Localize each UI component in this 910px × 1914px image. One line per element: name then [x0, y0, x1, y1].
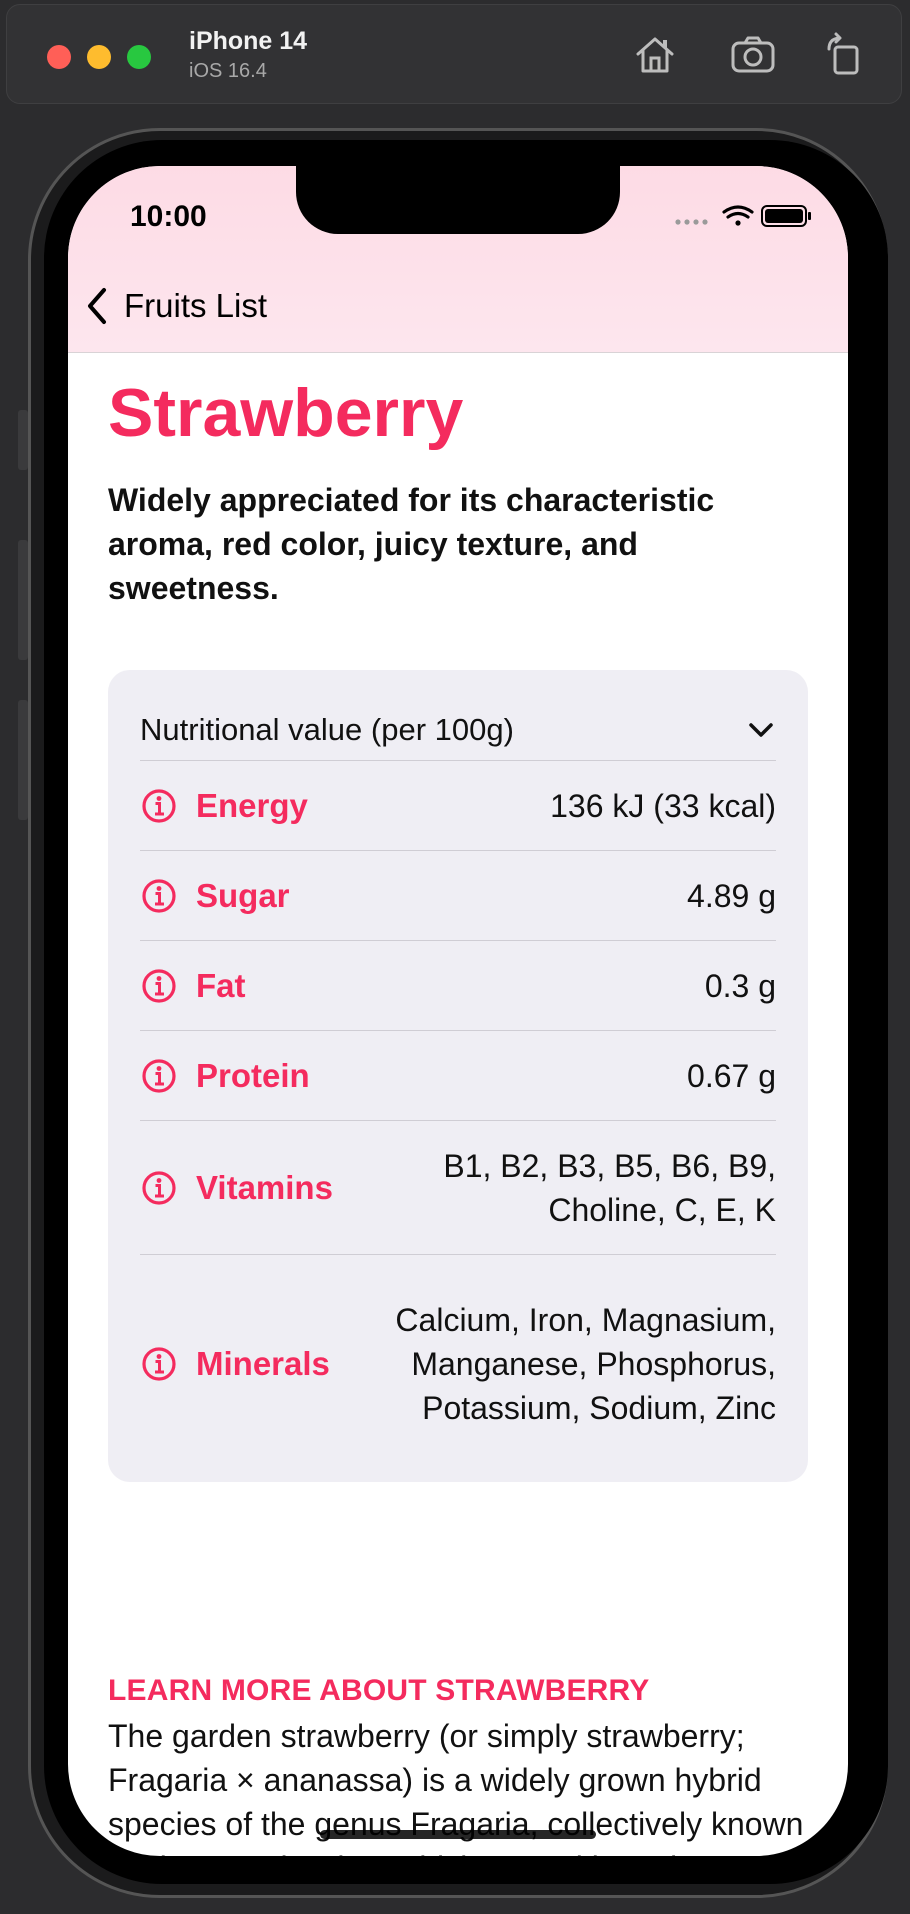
close-window-button[interactable] [47, 45, 71, 69]
nutrient-row-vitamins: Vitamins B1, B2, B3, B5, B6, B9, Choline… [140, 1120, 776, 1255]
nutrient-value: 0.3 g [704, 968, 776, 1004]
phone-screen: 10:00 Fruits List Strawberry Widely appr… [68, 166, 848, 1856]
status-time: 10:00 [130, 200, 207, 233]
wifi-icon [722, 205, 754, 226]
info-icon [142, 1347, 176, 1381]
home-icon[interactable] [629, 29, 681, 81]
battery-icon [761, 205, 811, 227]
info-icon [142, 1059, 176, 1093]
fruit-title: Strawberry [108, 375, 464, 451]
nutrient-row-fat: Fat 0.3 g [140, 940, 776, 1031]
nutrient-label: Sugar [196, 877, 290, 914]
nutrient-value: Calcium, Iron, Magnasium, Manganese, Pho… [395, 1302, 776, 1426]
nutrient-value: B1, B2, B3, B5, B6, B9, Choline, C, E, K [443, 1148, 776, 1228]
nutrient-label: Vitamins [196, 1169, 333, 1206]
nutrition-disclosure[interactable]: Nutritional value (per 100g) [140, 702, 776, 758]
nutrient-label: Minerals [196, 1345, 330, 1382]
nutrition-header: Nutritional value (per 100g) [140, 712, 514, 747]
back-button-label: Fruits List [124, 287, 268, 324]
rotate-icon[interactable] [819, 29, 871, 81]
chevron-down-icon [749, 723, 773, 737]
screenshot-icon[interactable] [727, 29, 779, 81]
nutrient-row-protein: Protein 0.67 g [140, 1030, 776, 1121]
nutrient-row-energy: Energy 136 kJ (33 kcal) [140, 760, 776, 851]
fruit-headline: Widely appreciated for its characteristi… [108, 482, 715, 606]
nutrient-label: Energy [196, 787, 308, 824]
nutrition-group-box: Nutritional value (per 100g) Energy 136 … [108, 670, 808, 1482]
simulator-titlebar: iPhone 14 iOS 16.4 [6, 4, 902, 104]
info-icon [142, 789, 176, 823]
chevron-left-icon [88, 288, 106, 324]
navigation-bar: 10:00 Fruits List [68, 166, 848, 353]
status-icons [675, 205, 811, 227]
device-os-version: iOS 16.4 [189, 60, 267, 82]
info-icon [142, 969, 176, 1003]
home-indicator[interactable] [320, 1830, 596, 1839]
back-button[interactable]: Fruits List [84, 284, 267, 328]
info-icon [142, 1171, 176, 1205]
volume-up-button [18, 540, 28, 660]
info-icon [142, 879, 176, 913]
nutrient-value: 136 kJ (33 kcal) [550, 788, 776, 824]
nutrient-value: 4.89 g [687, 878, 776, 914]
minimize-window-button[interactable] [87, 45, 111, 69]
nutrient-value: 0.67 g [687, 1058, 776, 1094]
mute-switch [18, 410, 28, 470]
nutrient-row-minerals: Minerals Calcium, Iron, Magnasium, Manga… [140, 1254, 776, 1473]
nutrient-label: Fat [196, 967, 246, 1004]
learn-more-heading: LEARN MORE ABOUT STRAWBERRY [108, 1674, 650, 1707]
nutrient-label: Protein [196, 1057, 310, 1094]
dynamic-notch [296, 166, 620, 234]
cellular-signal-icon [675, 219, 708, 225]
nutrient-row-sugar: Sugar 4.89 g [140, 850, 776, 941]
volume-down-button [18, 700, 28, 820]
zoom-window-button[interactable] [127, 45, 151, 69]
device-name: iPhone 14 [189, 27, 308, 55]
